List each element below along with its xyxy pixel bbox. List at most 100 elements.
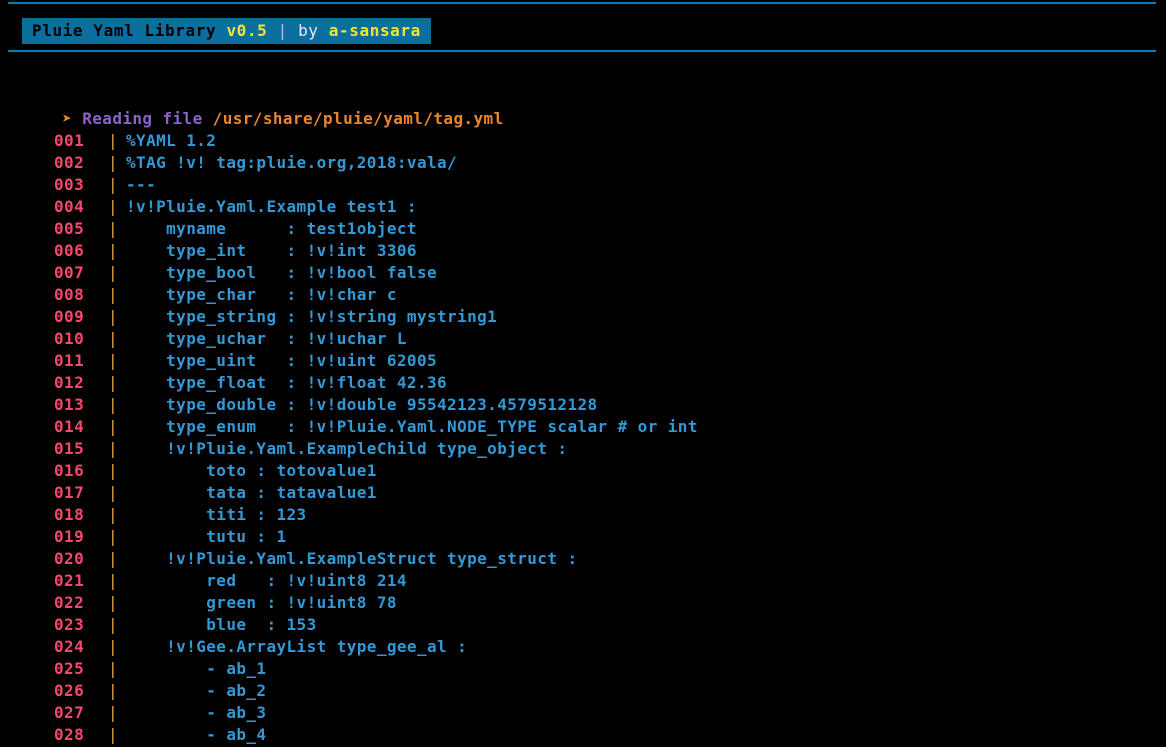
gutter-pipe-icon: | [108,373,119,392]
gutter-pipe-icon: | [108,153,119,172]
line-number: 003 [54,175,85,194]
code-line: 008 | type_char : !v!char c [0,284,1166,306]
code-line-text: - ab_2 [126,681,267,700]
line-number: 019 [54,527,85,546]
gutter-pipe-icon: | [108,197,119,216]
code-line: 010 | type_uchar : !v!uchar L [0,328,1166,350]
gutter-pipe-icon: | [108,527,119,546]
line-number: 013 [54,395,85,414]
gutter-pipe-icon: | [108,417,119,436]
code-line-text: - ab_3 [126,703,267,722]
code-line-text: type_char : !v!char c [126,285,397,304]
code-line-text: !v!Gee.ArrayList type_gee_al : [126,637,468,656]
gutter-pipe-icon: | [108,461,119,480]
code-line: 020 | !v!Pluie.Yaml.ExampleStruct type_st… [0,548,1166,570]
code-line: 027 | - ab_3 [0,702,1166,724]
gutter-pipe-icon: | [108,351,119,370]
code-line: 025 | - ab_1 [0,658,1166,680]
line-number: 016 [54,461,85,480]
code-line-text: - ab_1 [126,659,267,678]
code-line-text: titi : 123 [126,505,307,524]
line-number: 007 [54,263,85,282]
gutter-pipe-icon: | [108,219,119,238]
code-line: 028 | - ab_4 [0,724,1166,746]
gutter-pipe-icon: | [108,549,119,568]
line-number: 008 [54,285,85,304]
line-number: 001 [54,131,85,150]
code-line: 021 | red : !v!uint8 214 [0,570,1166,592]
code-line-text: - ab_4 [126,725,267,744]
code-line: 017 | tata : tatavalue1 [0,482,1166,504]
file-path: /usr/share/pluie/yaml/tag.yml [212,109,504,128]
code-line-text: type_int : !v!int 3306 [126,241,417,260]
line-number: 005 [54,219,85,238]
code-listing: 001 | %YAML 1.2 002 | %TAG !v! tag:pluie.org,… [0,130,1166,746]
gutter-pipe-icon: | [108,681,119,700]
code-line-text: !v!Pluie.Yaml.Example test1 : [126,197,417,216]
gutter-pipe-icon: | [108,593,119,612]
code-line-text: type_double : !v!double 95542123.4579512… [126,395,598,414]
app-banner: Pluie Yaml Library v0.5 | by a-sansara [22,18,431,44]
code-line: 015 | !v!Pluie.Yaml.ExampleChild type_obj… [0,438,1166,460]
line-number: 006 [54,241,85,260]
gutter-pipe-icon: | [108,131,119,150]
code-line-text: red : !v!uint8 214 [126,571,407,590]
gutter-pipe-icon: | [108,725,119,744]
code-line: 006 | type_int : !v!int 3306 [0,240,1166,262]
gutter-pipe-icon: | [108,483,119,502]
gutter-pipe-icon: | [108,241,119,260]
header-rule-top [8,2,1156,4]
code-line: 005 | myname : test1object [0,218,1166,240]
line-number: 026 [54,681,85,700]
code-line-text: type_enum : !v!Pluie.Yaml.NODE_TYPE scal… [126,417,698,436]
line-number: 014 [54,417,85,436]
gutter-pipe-icon: | [108,175,119,194]
code-line-text: type_string : !v!string mystring1 [126,307,498,326]
line-number: 015 [54,439,85,458]
code-line-text: blue : 153 [126,615,317,634]
code-line: 011 | type_uint : !v!uint 62005 [0,350,1166,372]
code-line: 022 | green : !v!uint8 78 [0,592,1166,614]
line-number: 022 [54,593,85,612]
terminal-window: Pluie Yaml Library v0.5 | by a-sansara ➤… [0,0,1166,747]
code-line-text: %TAG !v! tag:pluie.org,2018:vala/ [126,153,458,172]
code-line-text: tutu : 1 [126,527,287,546]
gutter-pipe-icon: | [108,439,119,458]
code-line: 014 | type_enum : !v!Pluie.Yaml.NODE_TYPE… [0,416,1166,438]
code-line: 026 | - ab_2 [0,680,1166,702]
gutter-pipe-icon: | [108,263,119,282]
code-line: 018 | titi : 123 [0,504,1166,526]
gutter-pipe-icon: | [108,703,119,722]
code-line: 002 | %TAG !v! tag:pluie.org,2018:vala/ [0,152,1166,174]
code-line-text: --- [126,175,157,194]
code-line: 004 | !v!Pluie.Yaml.Example test1 : [0,196,1166,218]
line-number: 028 [54,725,85,744]
code-line: 024 | !v!Gee.ArrayList type_gee_al : [0,636,1166,658]
code-line: 007 | type_bool : !v!bool false [0,262,1166,284]
app-author: a-sansara [328,21,421,40]
code-line-text: %YAML 1.2 [126,131,217,150]
line-number: 009 [54,307,85,326]
code-line-text: tata : tatavalue1 [126,483,377,502]
gutter-pipe-icon: | [108,659,119,678]
gutter-pipe-icon: | [108,307,119,326]
line-number: 023 [54,615,85,634]
code-line: 012 | type_float : !v!float 42.36 [0,372,1166,394]
header-rule-bottom [8,50,1156,52]
code-line: 003 | --- [0,174,1166,196]
gutter-pipe-icon: | [108,395,119,414]
code-line: 009 | type_string : !v!string mystring1 [0,306,1166,328]
line-number: 012 [54,373,85,392]
line-number: 027 [54,703,85,722]
status-label: Reading file [82,109,213,128]
code-line-text: !v!Pluie.Yaml.ExampleChild type_object : [126,439,568,458]
code-line-text: myname : test1object [126,219,417,238]
app-title: Pluie Yaml Library [32,21,227,40]
app-version: v0.5 [226,21,268,40]
line-number: 011 [54,351,85,370]
line-number: 021 [54,571,85,590]
line-number: 010 [54,329,85,348]
gutter-pipe-icon: | [108,615,119,634]
arrow-right-icon: ➤ [62,109,83,128]
line-number: 002 [54,153,85,172]
